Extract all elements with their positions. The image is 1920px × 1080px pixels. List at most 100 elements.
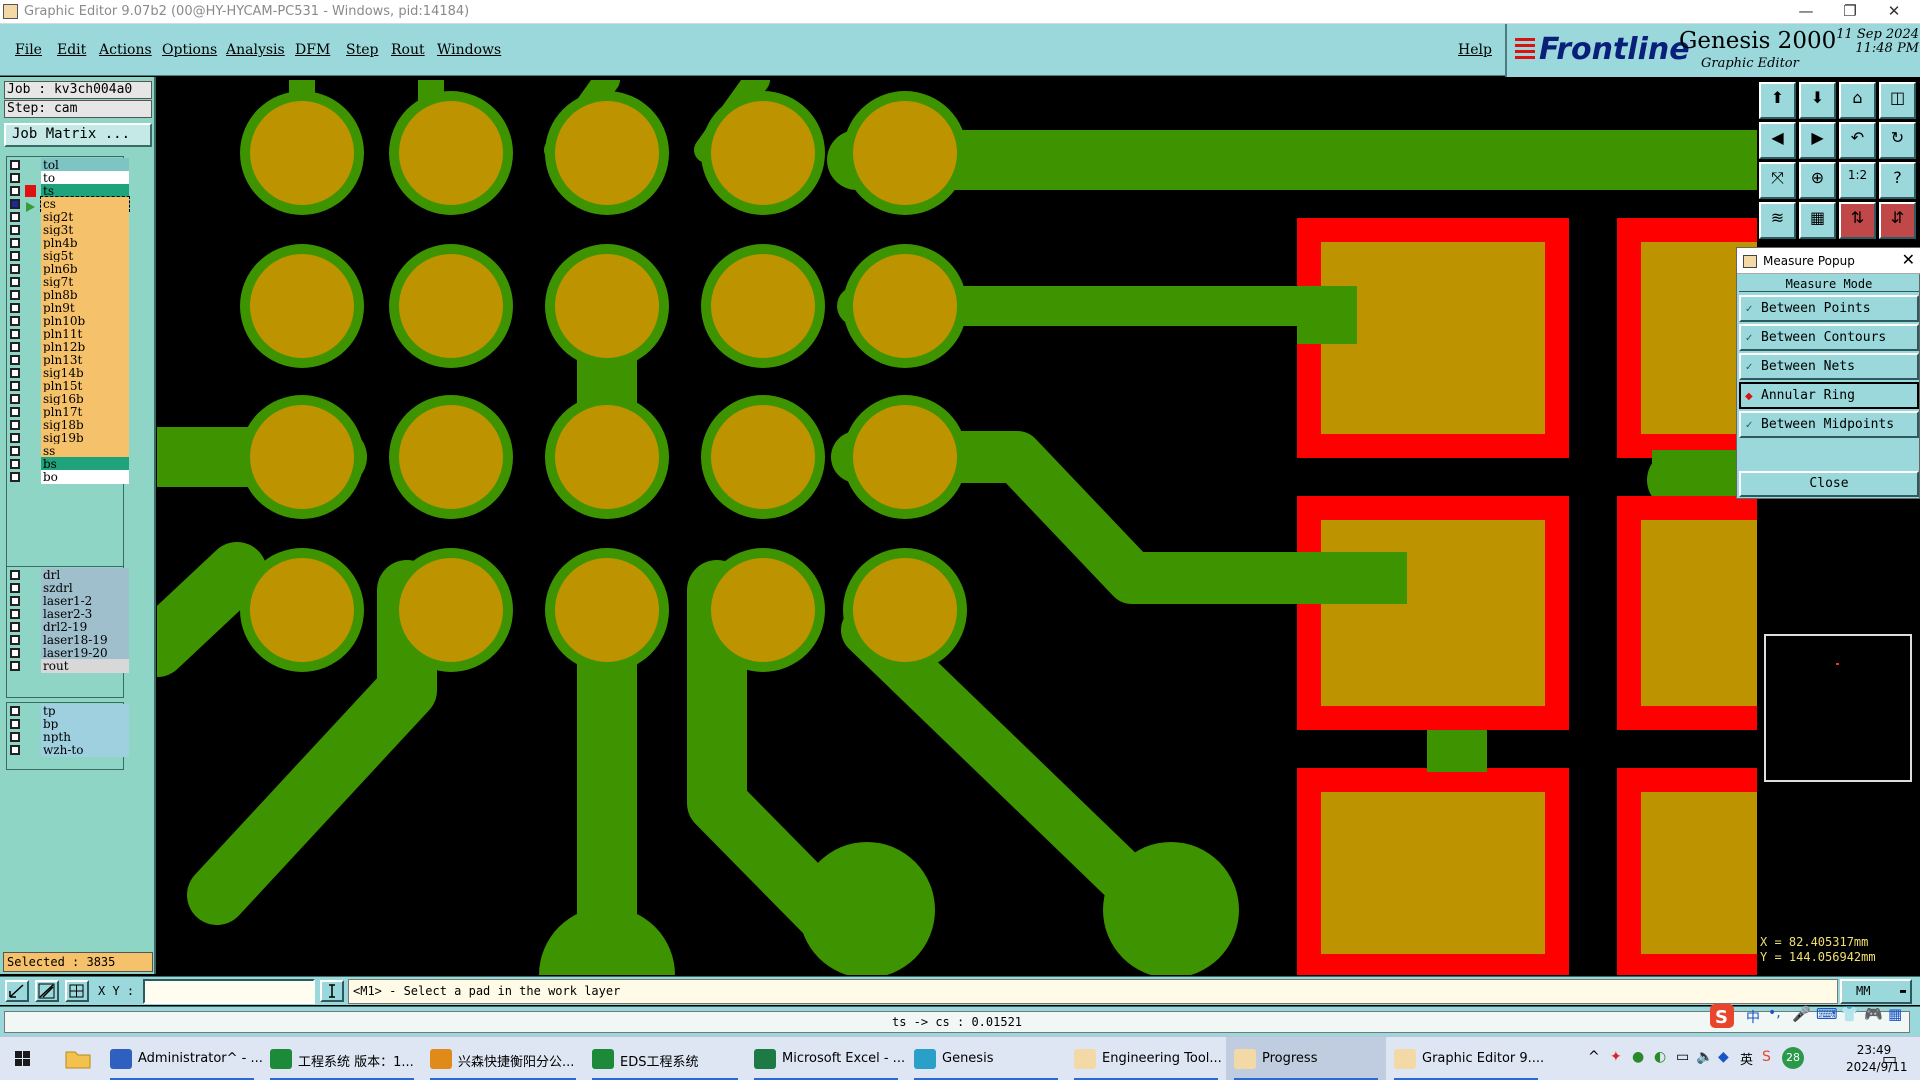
job-matrix-button[interactable]: Job Matrix ... bbox=[4, 123, 152, 147]
taskbar-app-4[interactable]: Microsoft Excel - ... bbox=[746, 1037, 906, 1080]
measure-close-button[interactable]: Close bbox=[1739, 471, 1919, 497]
layer-checkbox[interactable] bbox=[10, 342, 20, 352]
layer-name[interactable]: wzh-to bbox=[41, 743, 129, 757]
layer-checkbox[interactable] bbox=[10, 238, 20, 248]
pcb-view[interactable] bbox=[127, 67, 1797, 1043]
menu-windows[interactable]: Windows bbox=[437, 42, 501, 58]
layer-checkbox[interactable] bbox=[10, 277, 20, 287]
sogou-tray-icon[interactable]: S bbox=[1762, 1049, 1771, 1065]
tray-badge[interactable]: 28 bbox=[1782, 1047, 1804, 1069]
menu-step[interactable]: Step bbox=[346, 42, 378, 58]
layer-checkbox[interactable] bbox=[10, 719, 20, 729]
grid-tool-button[interactable] bbox=[65, 980, 89, 1002]
layer-checkbox[interactable] bbox=[10, 264, 20, 274]
text-cursor-button[interactable] bbox=[320, 980, 344, 1002]
layer-checkbox[interactable] bbox=[10, 420, 20, 430]
layer-checkbox[interactable] bbox=[10, 583, 20, 593]
fit-screen-button[interactable]: ⤧ bbox=[1759, 162, 1796, 199]
measure-option-between-nets[interactable]: ✓ Between Nets bbox=[1739, 353, 1919, 380]
snap-mode-button[interactable] bbox=[5, 980, 29, 1002]
overview-window[interactable] bbox=[1764, 634, 1912, 782]
tray-app-icon-2[interactable]: ● bbox=[1632, 1049, 1644, 1065]
close-window-button[interactable]: ✕ bbox=[1872, 0, 1916, 24]
home-button[interactable]: ⌂ bbox=[1839, 82, 1876, 119]
layer-checkbox[interactable] bbox=[10, 446, 20, 456]
layer-checkbox[interactable] bbox=[10, 290, 20, 300]
layer-checkbox[interactable] bbox=[10, 635, 20, 645]
layer-checkbox[interactable] bbox=[10, 706, 20, 716]
menu-rout[interactable]: Rout bbox=[391, 42, 425, 58]
layer-name[interactable]: bo bbox=[41, 470, 129, 484]
measure-option-between-points[interactable]: ✓ Between Points bbox=[1739, 295, 1919, 322]
menu-dfm[interactable]: DFM bbox=[295, 42, 330, 58]
graphic-canvas[interactable] bbox=[127, 67, 1797, 1043]
layer-checkbox[interactable] bbox=[10, 732, 20, 742]
grid-display-button[interactable]: ▦ bbox=[1799, 202, 1836, 239]
layer-row-bo[interactable]: bo bbox=[7, 469, 129, 485]
snap-settings-button[interactable]: ≋ bbox=[1759, 202, 1796, 239]
window-split-button[interactable]: ◫ bbox=[1879, 82, 1916, 119]
menu-actions[interactable]: Actions bbox=[99, 42, 152, 58]
volume-icon[interactable]: 🔈 bbox=[1696, 1049, 1713, 1065]
help-button[interactable]: ? bbox=[1879, 162, 1916, 199]
layer-row-wzh-to[interactable]: wzh-to bbox=[7, 742, 129, 758]
menu-edit[interactable]: Edit bbox=[57, 42, 86, 58]
taskbar-app-8[interactable]: Graphic Editor 9.... bbox=[1386, 1037, 1546, 1080]
layer-checkbox[interactable] bbox=[10, 186, 20, 196]
tray-chevron-icon[interactable]: ^ bbox=[1588, 1049, 1600, 1065]
layer-checkbox[interactable] bbox=[10, 212, 20, 222]
layer-checkbox[interactable] bbox=[10, 173, 20, 183]
popup-close-icon[interactable]: ✕ bbox=[1902, 250, 1915, 269]
layer-checkbox[interactable] bbox=[10, 381, 20, 391]
measure-tool-button[interactable] bbox=[35, 980, 59, 1002]
layer-checkbox[interactable] bbox=[10, 661, 20, 671]
restore-button[interactable]: ❐ bbox=[1828, 0, 1872, 24]
taskbar-app-2[interactable]: 兴森快捷衡阳分公... bbox=[422, 1037, 584, 1080]
pan-left-button[interactable]: ◀ bbox=[1759, 122, 1796, 159]
layer-checkbox[interactable] bbox=[10, 570, 20, 580]
layer-name[interactable]: rout bbox=[41, 659, 129, 673]
layer-checkbox[interactable] bbox=[10, 648, 20, 658]
layer-checkbox[interactable] bbox=[10, 433, 20, 443]
layer-checkbox[interactable] bbox=[10, 368, 20, 378]
security-icon[interactable]: ◆ bbox=[1718, 1049, 1729, 1065]
layer-checkbox[interactable] bbox=[10, 160, 20, 170]
layer-checkbox[interactable] bbox=[10, 251, 20, 261]
open-step-button[interactable]: ⬆ bbox=[1759, 82, 1796, 119]
layer-checkbox[interactable] bbox=[10, 303, 20, 313]
taskbar-app-3[interactable]: EDS工程系统 bbox=[584, 1037, 746, 1080]
ime-language[interactable]: 中 bbox=[1746, 1007, 1760, 1027]
skin-icon[interactable]: 👕 bbox=[1840, 1005, 1859, 1023]
layer-checkbox[interactable] bbox=[10, 622, 20, 632]
menu-options[interactable]: Options bbox=[162, 42, 217, 58]
layer-compare-button[interactable]: ⇅ bbox=[1839, 202, 1876, 239]
layer-checkbox[interactable] bbox=[10, 394, 20, 404]
layer-checkbox[interactable] bbox=[10, 407, 20, 417]
taskbar-app-5[interactable]: Genesis bbox=[906, 1037, 1066, 1080]
game-icon[interactable]: 🎮 bbox=[1864, 1005, 1883, 1023]
layer-checkbox[interactable] bbox=[10, 745, 20, 755]
keyboard-icon[interactable]: ⌨ bbox=[1816, 1005, 1838, 1023]
layer-checkbox[interactable] bbox=[10, 355, 20, 365]
menu-file[interactable]: File bbox=[15, 42, 42, 58]
tray-app-icon-3[interactable]: ◐ bbox=[1654, 1049, 1666, 1065]
layer-checkbox[interactable] bbox=[10, 316, 20, 326]
xy-input[interactable] bbox=[143, 979, 315, 1004]
measure-option-annular-ring[interactable]: ◆ Annular Ring bbox=[1739, 382, 1919, 409]
measure-option-between-midpoints[interactable]: ✓ Between Midpoints bbox=[1739, 411, 1919, 438]
tray-app-icon-1[interactable]: ✦ bbox=[1610, 1049, 1622, 1065]
layer-row-rout[interactable]: rout bbox=[7, 658, 129, 674]
network-icon[interactable]: ▭ bbox=[1676, 1049, 1689, 1065]
tray-language[interactable]: 英 bbox=[1740, 1049, 1753, 1068]
minimize-button[interactable]: — bbox=[1784, 0, 1828, 24]
ime-menu-icon[interactable]: ▦ bbox=[1888, 1005, 1902, 1023]
notification-icon[interactable]: ▭ bbox=[1882, 1049, 1897, 1068]
taskbar-app-6[interactable]: Engineering Tool... bbox=[1066, 1037, 1226, 1080]
one-to-one-button[interactable]: 1:2 bbox=[1839, 162, 1876, 199]
measure-option-between-contours[interactable]: ✓ Between Contours bbox=[1739, 324, 1919, 351]
layer-checkbox[interactable] bbox=[10, 609, 20, 619]
save-step-button[interactable]: ⬇ bbox=[1799, 82, 1836, 119]
taskbar-app-0[interactable]: Administrator^ - ... bbox=[102, 1037, 263, 1080]
layer-checkbox[interactable] bbox=[10, 459, 20, 469]
redraw-button[interactable]: ↻ bbox=[1879, 122, 1916, 159]
